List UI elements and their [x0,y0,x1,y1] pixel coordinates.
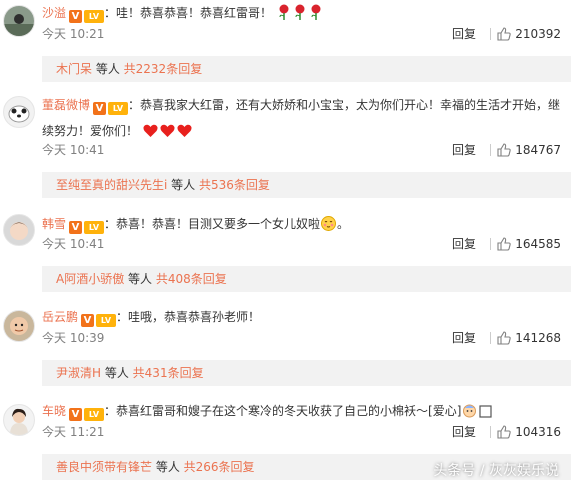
verified-badge-icon: V [69,408,83,421]
reply-count-link[interactable]: 共536条回复 [199,178,270,192]
comment-item: 韩雪 V LV ：恭喜！恭喜！目测又要多一个女儿奴啦。 今天 10:41 回复 164… [0,208,571,298]
username[interactable]: 车晓 [42,404,66,418]
level-badge-icon: LV [84,221,105,234]
replies-summary: 至纯至真的甜兴先生i 等人 共536条回复 [42,172,571,198]
verified-badge-icon: V [69,10,83,23]
divider [490,332,491,344]
reply-button[interactable]: 回复 [452,328,476,348]
reply-button[interactable]: 回复 [452,422,476,442]
comment-text: 恭喜！恭喜！目测又要多一个女儿奴啦 [116,217,321,231]
reply-user[interactable]: 尹淑清H [56,366,101,380]
avatar[interactable] [3,96,35,128]
like-count: 104316 [515,425,561,439]
username[interactable]: 沙溢 [42,6,66,20]
watermark: 头条号 / 灰灰娱乐说 [433,463,559,479]
like-count: 141268 [515,331,561,345]
reply-user[interactable]: 至纯至真的甜兴先生i [56,178,167,192]
replies-summary: 木门呆 等人 共2232条回复 [42,56,571,82]
reply-count-link[interactable]: 共2232条回复 [124,62,203,76]
like-button[interactable]: 184767 [497,140,561,160]
comment-time: 今天 10:41 [42,143,105,157]
thumbs-up-icon [497,237,511,251]
reply-count-link[interactable]: 共431条回复 [133,366,204,380]
reply-button[interactable]: 回复 [452,234,476,254]
like-button[interactable]: 141268 [497,328,561,348]
comment-time: 今天 10:21 [42,27,105,41]
thumbs-up-icon [497,331,511,345]
comment-text: 恭喜红雷哥和嫂子在这个寒冷的冬天收获了自己的小棉袄～[爱心] [116,404,462,418]
reply-button[interactable]: 回复 [452,140,476,160]
verified-badge-icon: V [93,102,107,115]
thumbs-up-icon [497,425,511,439]
reply-count-link[interactable]: 共266条回复 [184,460,255,474]
divider [490,238,491,250]
reply-user[interactable]: 善良中须带有锋芒 [56,460,152,474]
reply-user[interactable]: A阿酒小骄傲 [56,272,124,286]
reply-count-link[interactable]: 共408条回复 [156,272,227,286]
username[interactable]: 韩雪 [42,217,66,231]
like-count: 164585 [515,237,561,251]
thumbs-up-icon [497,27,511,41]
divider [490,28,491,40]
replies-summary: A阿酒小骄傲 等人 共408条回复 [42,266,571,292]
level-badge-icon: LV [84,408,105,421]
like-count: 210392 [515,27,561,41]
like-button[interactable]: 210392 [497,24,561,44]
username[interactable]: 岳云鹏 [42,310,78,324]
username[interactable]: 董磊微博 [42,98,90,112]
avatar[interactable] [3,310,35,342]
comment-time: 今天 10:39 [42,331,105,345]
avatar[interactable] [3,214,35,246]
avatar[interactable] [3,404,35,436]
divider [490,426,491,438]
like-button[interactable]: 164585 [497,234,561,254]
reply-user[interactable]: 木门呆 [56,62,92,76]
reply-button[interactable]: 回复 [452,24,476,44]
comment-item: 董磊微博 V LV ：恭喜我家大红雷，还有大娇娇和小宝宝，太为你们开心！幸福的生活才开… [0,88,571,198]
comment-time: 今天 10:41 [42,237,105,251]
comment-item: 沙溢 V LV ：哇！恭喜恭喜！恭喜红雷哥！ 今天 10:21 回复 210392 木… [0,0,571,88]
thumbs-up-icon [497,143,511,157]
replies-summary: 尹淑清H 等人 共431条回复 [42,360,571,386]
avatar[interactable] [3,5,35,37]
verified-badge-icon: V [81,314,95,327]
level-badge-icon: LV [84,10,105,23]
comment-time: 今天 11:21 [42,425,105,439]
comment-text: 哇哦，恭喜恭喜孙老师！ [128,310,261,324]
like-button[interactable]: 104316 [497,422,561,442]
verified-badge-icon: V [69,221,83,234]
like-count: 184767 [515,143,561,157]
comment-text: 哇！恭喜恭喜！恭喜红雷哥！ [116,6,273,20]
level-badge-icon: LV [96,314,117,327]
divider [490,144,491,156]
level-badge-icon: LV [108,102,129,115]
comment-item: 岳云鹏 V LV ：哇哦，恭喜恭喜孙老师！ 今天 10:39 回复 141268 尹淑… [0,302,571,388]
